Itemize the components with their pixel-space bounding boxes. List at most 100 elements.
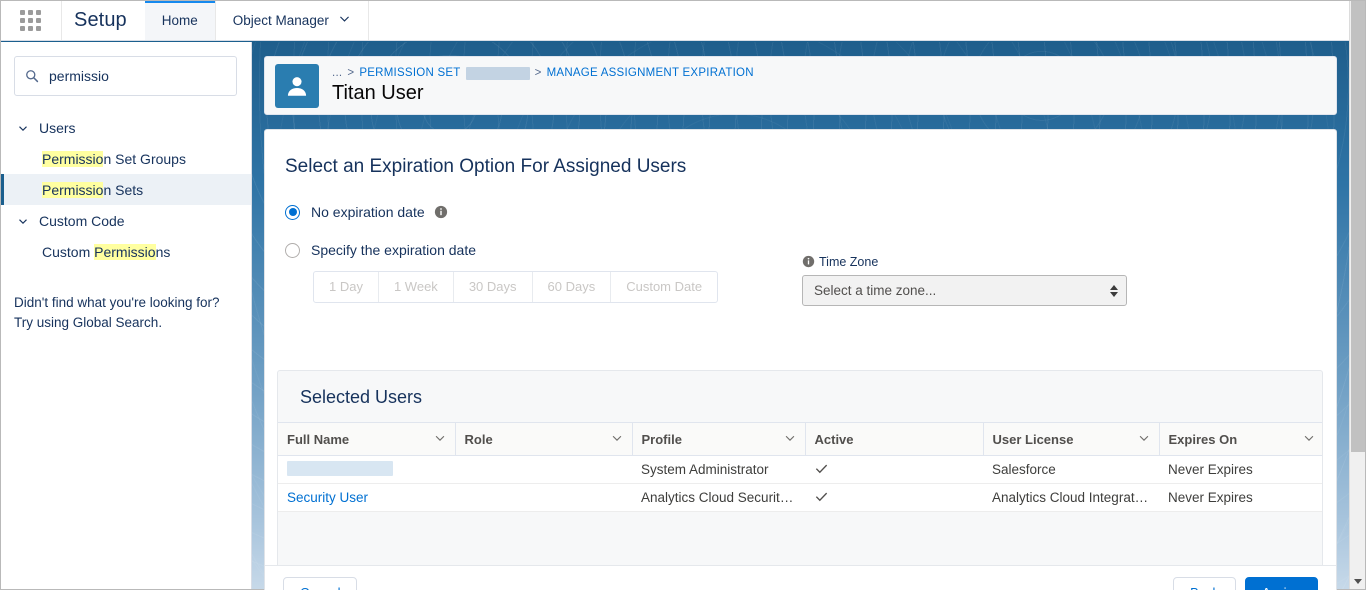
option-specify-expiration-date-label: Specify the expiration date [311, 242, 476, 258]
column-header-profile-label: Profile [641, 431, 682, 447]
sidebar-item-permission-sets-label: Permission Sets [42, 181, 144, 198]
duration-button-1-week[interactable]: 1 Week [379, 272, 454, 302]
chevron-down-icon[interactable] [1302, 431, 1316, 448]
sidebar-item-permission-sets[interactable]: Permission Sets [0, 174, 251, 205]
tree-parent-custom-code[interactable]: Custom Code [14, 205, 237, 236]
setup-canvas: ... > PERMISSION SET > MANAGE ASSIGNMENT… [252, 42, 1349, 590]
expiration-panel-body: Select an Expiration Option For Assigned… [265, 130, 1336, 565]
chevron-down-icon[interactable] [433, 431, 447, 448]
record-header-meta: ... > PERMISSION SET > MANAGE ASSIGNMENT… [332, 66, 754, 105]
vertical-scrollbar[interactable] [1349, 0, 1366, 590]
search-input[interactable]: permissio [49, 68, 109, 84]
expiration-panel: Select an Expiration Option For Assigned… [264, 129, 1337, 590]
sidebar-item-permission-set-groups[interactable]: Permission Set Groups [0, 143, 251, 174]
tree-group-custom-code: Custom Code Custom Permissions [14, 205, 237, 267]
duration-button-30-days[interactable]: 30 Days [454, 272, 533, 302]
label-rest: n Sets [103, 181, 144, 198]
column-header-profile[interactable]: Profile [632, 422, 806, 456]
column-header-role[interactable]: Role [455, 422, 633, 456]
tab-home-label: Home [161, 12, 198, 28]
duration-button-1-day[interactable]: 1 Day [314, 272, 379, 302]
column-header-user-license[interactable]: User License [983, 422, 1160, 456]
breadcrumb-separator-1: > [347, 67, 355, 79]
table-row[interactable]: System Administrator Salesforce Never Ex… [278, 455, 1322, 484]
setup-tree: Users Permission Set Groups Permission S… [0, 112, 251, 267]
radio-specify-expiration-date[interactable] [285, 242, 300, 258]
chevron-down-icon [16, 214, 30, 228]
sidebar-hint-line-1: Didn't find what you're looking for? [14, 295, 220, 310]
radio-no-expiration-date[interactable] [285, 204, 300, 220]
cell-user-license: Analytics Cloud Integratio... [983, 483, 1159, 512]
table-row[interactable]: Security User Analytics Cloud Security .… [278, 483, 1322, 512]
cell-full-name: Security User [278, 483, 455, 512]
label-pre: Custom [42, 243, 95, 260]
sidebar-hint-line-2: Try using Global Search. [14, 314, 163, 330]
section-heading: Select an Expiration Option For Assigned… [285, 156, 687, 177]
tree-parent-custom-code-label: Custom Code [39, 212, 125, 229]
column-header-active[interactable]: Active [805, 422, 984, 456]
tab-object-manager[interactable]: Object Manager [215, 0, 369, 40]
breadcrumb-ellipsis: ... [332, 67, 343, 79]
breadcrumb-redacted-value [465, 66, 530, 80]
cancel-button[interactable]: Cancel [283, 576, 358, 590]
column-header-expires-on[interactable]: Expires On [1159, 422, 1322, 456]
option-no-expiration-date[interactable]: No expiration date [285, 200, 1336, 224]
scrollbar-thumb[interactable] [1351, 0, 1366, 452]
panel-footer: Cancel Back Assign [265, 565, 1336, 590]
chevron-down-icon[interactable] [1137, 431, 1151, 448]
label-rest: n Set Groups [103, 150, 186, 167]
column-header-expires-on-label: Expires On [1168, 431, 1238, 447]
breadcrumb-separator-2: > [534, 67, 542, 79]
app-launcher-button[interactable] [0, 0, 62, 40]
chevron-down-icon[interactable] [783, 431, 797, 448]
header-filler [369, 0, 1349, 40]
assign-button[interactable]: Assign [1244, 576, 1318, 590]
scroll-down-button[interactable] [1350, 573, 1366, 590]
duration-button-group: 1 Day 1 Week 30 Days 60 Days Custom Date [313, 271, 719, 303]
setup-nav-tabs: Home Object Manager [144, 0, 369, 40]
setup-sidebar: permissio Users Permission Set Groups Pe… [0, 42, 252, 590]
cell-user-license: Salesforce [983, 455, 1159, 484]
chevron-down-icon [16, 121, 30, 135]
column-header-active-label: Active [814, 431, 854, 447]
setup-title: Setup [74, 8, 127, 31]
cell-active [805, 483, 983, 512]
timezone-select[interactable]: Select a time zone... [802, 275, 1127, 306]
setup-page: Setup Home Object Manager permissio User… [0, 0, 1366, 590]
chevron-down-icon[interactable] [610, 431, 624, 448]
table-header-row: Full Name Role Profile Active User Licen… [278, 422, 1322, 456]
cell-profile: Analytics Cloud Security ... [632, 483, 805, 512]
label-rest: ns [155, 243, 171, 260]
tree-group-users: Users Permission Set Groups Permission S… [0, 112, 251, 205]
duration-button-custom-date[interactable]: Custom Date [611, 272, 717, 302]
cell-full-name [278, 455, 455, 484]
spinner-arrows-icon[interactable] [1110, 284, 1118, 297]
search-icon [25, 69, 39, 83]
back-button[interactable]: Back [1173, 576, 1236, 590]
duration-button-60-days[interactable]: 60 Days [533, 272, 612, 302]
selected-users-title: Selected Users [300, 387, 423, 407]
chevron-down-icon [338, 12, 351, 28]
column-header-full-name[interactable]: Full Name [278, 422, 456, 456]
tree-parent-users[interactable]: Users [14, 112, 237, 143]
option-no-expiration-date-label: No expiration date [311, 204, 425, 220]
sidebar-search-hint: Didn't find what you're looking for? Try… [14, 293, 237, 332]
sidebar-item-permission-set-groups-label: Permission Set Groups [42, 150, 186, 167]
sidebar-item-custom-permissions[interactable]: Custom Permissions [0, 236, 251, 267]
full-name-link[interactable]: Security User [287, 490, 368, 505]
selected-users-table: Full Name Role Profile Active User Licen… [278, 422, 1322, 512]
tab-home[interactable]: Home [144, 0, 216, 40]
info-icon[interactable] [434, 205, 448, 219]
breadcrumb-link-permission-set[interactable]: PERMISSION SET [359, 67, 460, 79]
column-header-full-name-label: Full Name [287, 431, 350, 447]
cell-role [455, 455, 632, 484]
breadcrumb-link-manage-assignment-expiration[interactable]: MANAGE ASSIGNMENT EXPIRATION [547, 67, 754, 79]
quick-find-box[interactable]: permissio [14, 56, 237, 96]
info-icon[interactable] [802, 255, 816, 269]
search-match-highlight: Permissio [42, 150, 104, 167]
tab-object-manager-label: Object Manager [232, 12, 329, 28]
page-title: Titan User [332, 81, 424, 104]
expiration-options: No expiration date Specify the expiratio… [265, 178, 1336, 303]
app-launcher-icon [20, 9, 41, 31]
timezone-field: Time Zone Select a time zone... [802, 255, 1127, 306]
